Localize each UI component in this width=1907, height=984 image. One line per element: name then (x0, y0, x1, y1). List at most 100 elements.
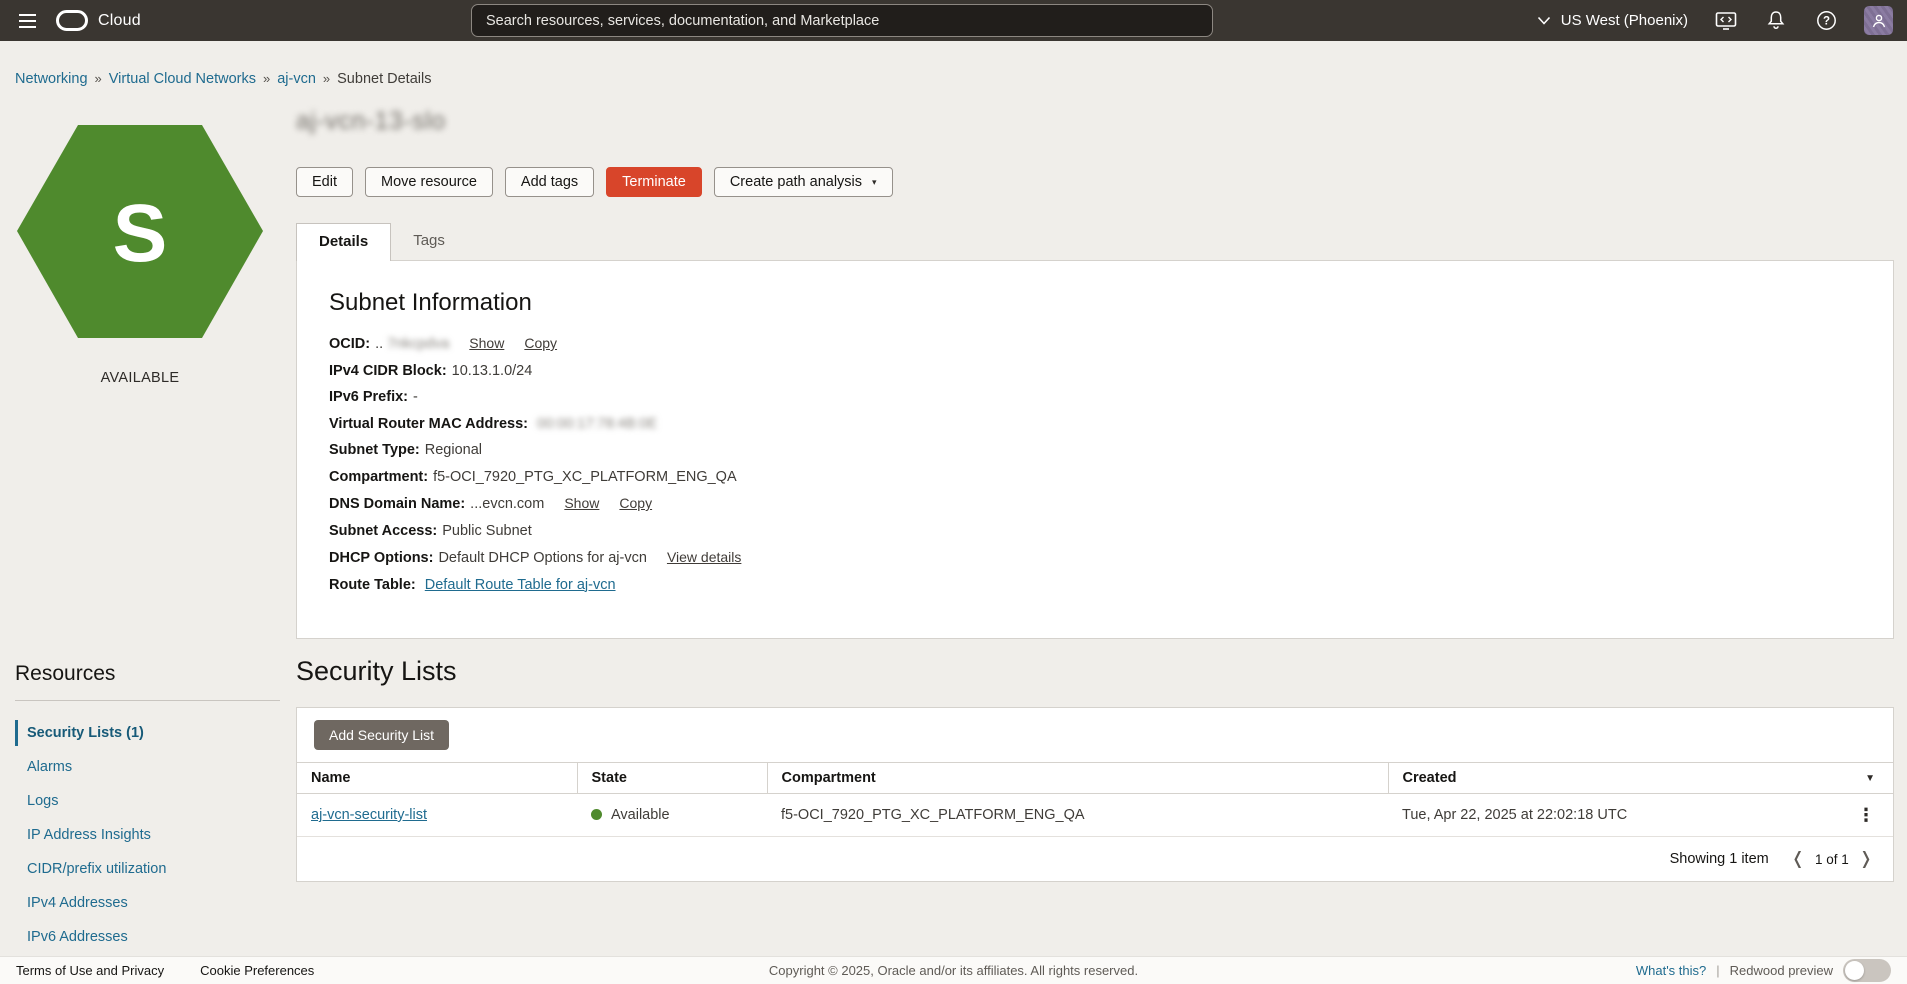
hamburger-menu-icon[interactable] (14, 8, 40, 34)
help-icon[interactable]: ? (1814, 9, 1838, 33)
dhcp-view-details-link[interactable]: View details (667, 549, 741, 565)
field-value: Regional (425, 442, 482, 458)
footer-right-controls: What's this? | Redwood preview (1636, 959, 1891, 982)
breadcrumb-separator: » (263, 71, 270, 86)
action-button-row: Edit Move resource Add tags Terminate Cr… (296, 167, 893, 197)
svg-text:?: ? (1822, 16, 1829, 28)
subnet-hexagon-icon: S (15, 121, 265, 347)
tab-tags[interactable]: Tags (391, 223, 467, 261)
breadcrumb-aj-vcn[interactable]: aj-vcn (277, 71, 316, 87)
whats-this-link[interactable]: What's this? (1636, 963, 1706, 978)
chevron-down-icon (1537, 16, 1551, 26)
add-tags-button[interactable]: Add tags (505, 167, 594, 197)
sidebar-item-logs[interactable]: Logs (15, 785, 280, 817)
breadcrumb-networking[interactable]: Networking (15, 71, 88, 87)
column-header-created[interactable]: Created ▼ (1388, 763, 1893, 794)
breadcrumb: Networking » Virtual Cloud Networks » aj-vcn… (15, 71, 431, 87)
field-value: ...evcn.com (470, 496, 544, 512)
security-lists-table: Name State Compartment Created ▼ aj-vcn-… (297, 762, 1893, 837)
next-page-icon[interactable]: ❭ (1859, 849, 1873, 869)
column-header-name[interactable]: Name (297, 763, 577, 794)
field-value: Public Subnet (442, 523, 531, 539)
field-ipv4-cidr: IPv4 CIDR Block:10.13.1.0/24 (329, 363, 1861, 379)
global-search (471, 4, 1213, 37)
field-label: Compartment: (329, 469, 428, 485)
topbar-right-controls: US West (Phoenix) ? (1537, 6, 1893, 35)
row-actions-kebab-icon[interactable]: ⋮ (1853, 806, 1879, 824)
column-header-created-label: Created (1403, 770, 1457, 786)
sidebar-item-cidr-prefix-utilization[interactable]: CIDR/prefix utilization (15, 853, 280, 885)
search-input[interactable] (471, 4, 1213, 37)
pagination-summary: Showing 1 item (1670, 851, 1769, 867)
ocid-show-link[interactable]: Show (469, 335, 504, 351)
footer-left-links: Terms of Use and Privacy Cookie Preferen… (16, 963, 314, 978)
ocid-copy-link[interactable]: Copy (524, 335, 557, 351)
field-value: - (413, 389, 418, 405)
terminate-button[interactable]: Terminate (606, 167, 702, 197)
sidebar-item-ipv4-addresses[interactable]: IPv4 Addresses (15, 887, 280, 919)
field-dns-domain: DNS Domain Name: ...evcn.com Show Copy (329, 495, 1861, 512)
cell-name: aj-vcn-security-list (297, 794, 577, 837)
field-label: IPv6 Prefix: (329, 389, 408, 405)
breadcrumb-separator: » (95, 71, 102, 86)
notifications-bell-icon[interactable] (1764, 9, 1788, 33)
pagination: Showing 1 item ❬ 1 of 1 ❭ (297, 837, 1893, 881)
subnet-information-panel: Subnet Information OCID:.. 7nkcpdva Show… (296, 260, 1894, 639)
ocid-redacted-value: 7nkcpdva (387, 336, 449, 352)
field-compartment: Compartment:f5-OCI_7920_PTG_XC_PLATFORM_… (329, 469, 1861, 485)
resources-heading: Resources (15, 662, 280, 686)
field-dhcp-options: DHCP Options: Default DHCP Options for aj… (329, 549, 1861, 566)
created-timestamp: Tue, Apr 22, 2025 at 22:02:18 UTC (1402, 807, 1627, 823)
sidebar-item-ipv6-addresses[interactable]: IPv6 Addresses (15, 921, 280, 953)
security-lists-heading: Security Lists (296, 656, 457, 687)
field-label: DNS Domain Name: (329, 496, 465, 512)
field-label: OCID: (329, 336, 370, 352)
route-table-link[interactable]: Default Route Table for aj-vcn (425, 577, 616, 593)
dropdown-caret-icon: ▾ (872, 177, 877, 188)
column-header-state[interactable]: State (577, 763, 767, 794)
cloud-shell-icon[interactable] (1714, 9, 1738, 33)
region-selector[interactable]: US West (Phoenix) (1537, 12, 1688, 29)
oracle-logo[interactable] (56, 10, 88, 31)
field-ipv6-prefix: IPv6 Prefix:- (329, 389, 1861, 405)
subnet-information-heading: Subnet Information (329, 289, 1861, 317)
brand-label: Cloud (98, 12, 141, 30)
sidebar-item-security-lists[interactable]: Security Lists (1) (15, 717, 280, 749)
edit-button[interactable]: Edit (296, 167, 353, 197)
redwood-preview-toggle[interactable] (1843, 959, 1891, 982)
cookie-preferences-link[interactable]: Cookie Preferences (200, 963, 314, 978)
dns-show-link[interactable]: Show (564, 495, 599, 511)
detail-tabs: Details Tags (296, 223, 467, 261)
field-subnet-access: Subnet Access: Public Subnet (329, 523, 1861, 539)
sidebar-item-alarms[interactable]: Alarms (15, 751, 280, 783)
terms-of-use-link[interactable]: Terms of Use and Privacy (16, 963, 164, 978)
previous-page-icon[interactable]: ❬ (1791, 849, 1805, 869)
field-label: Virtual Router MAC Address: (329, 416, 528, 432)
breadcrumb-separator: » (323, 71, 330, 86)
page-indicator: 1 of 1 (1815, 852, 1849, 867)
state-available-dot (591, 809, 602, 820)
column-header-compartment[interactable]: Compartment (767, 763, 1388, 794)
tab-details[interactable]: Details (296, 223, 391, 261)
add-security-list-button[interactable]: Add Security List (314, 720, 449, 750)
sidebar-item-ip-address-insights[interactable]: IP Address Insights (15, 819, 280, 851)
region-label: US West (Phoenix) (1561, 12, 1688, 29)
footer: Terms of Use and Privacy Cookie Preferen… (0, 956, 1907, 984)
sort-descending-icon[interactable]: ▼ (1865, 773, 1875, 784)
create-path-analysis-button[interactable]: Create path analysis ▾ (714, 167, 893, 197)
field-value: Default DHCP Options for aj-vcn (438, 550, 646, 566)
field-label: DHCP Options: (329, 550, 433, 566)
move-resource-button[interactable]: Move resource (365, 167, 493, 197)
field-ocid: OCID:.. 7nkcpdva Show Copy (329, 335, 1861, 352)
create-path-analysis-label: Create path analysis (730, 174, 862, 190)
security-list-link[interactable]: aj-vcn-security-list (311, 807, 427, 823)
redwood-preview-label: Redwood preview (1730, 963, 1833, 978)
field-mac-address: Virtual Router MAC Address: 00:00:17:78:… (329, 416, 1861, 432)
breadcrumb-virtual-cloud-networks[interactable]: Virtual Cloud Networks (109, 71, 256, 87)
status-badge: AVAILABLE (15, 370, 265, 386)
dns-copy-link[interactable]: Copy (619, 495, 652, 511)
field-label: IPv4 CIDR Block: (329, 363, 447, 379)
field-label: Subnet Access: (329, 523, 437, 539)
cell-state: Available (577, 794, 767, 837)
user-avatar[interactable] (1864, 6, 1893, 35)
